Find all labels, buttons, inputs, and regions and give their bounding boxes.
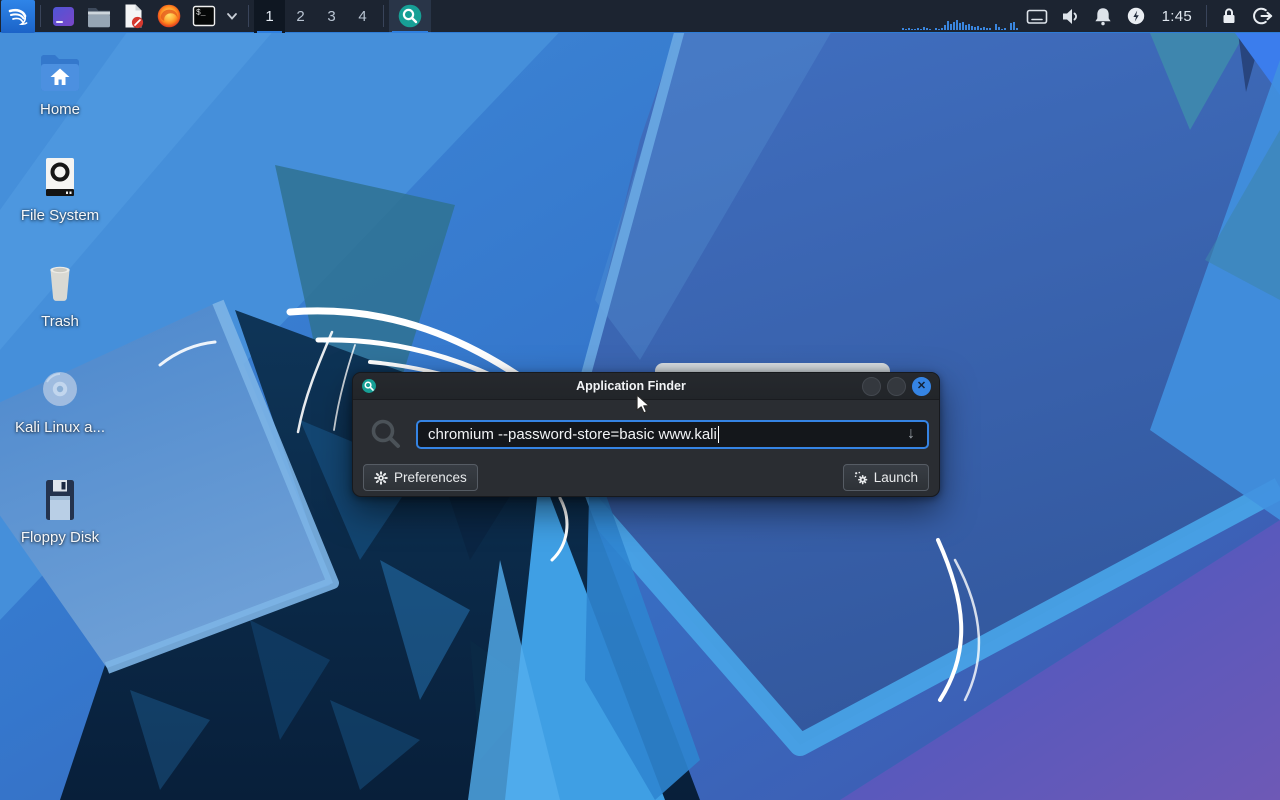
cd-disc-icon xyxy=(36,366,84,412)
top-panel: $_ 1 2 3 4 xyxy=(0,0,1280,33)
launcher-firefox[interactable] xyxy=(151,0,186,33)
search-icon xyxy=(370,418,402,450)
launcher-text-editor[interactable] xyxy=(116,0,151,33)
maximize-button[interactable] xyxy=(887,377,906,396)
clock[interactable]: 1:45 xyxy=(1153,0,1201,33)
run-icon xyxy=(854,471,868,485)
application-finder-icon xyxy=(361,378,377,394)
activity-graph-applet xyxy=(901,0,1021,33)
workspace-button-1[interactable]: 1 xyxy=(254,0,285,33)
close-icon: ✕ xyxy=(917,381,926,392)
chevron-down-icon xyxy=(225,9,239,23)
desktop-icon-label: Kali Linux a... xyxy=(5,419,115,436)
logout-icon xyxy=(1251,5,1273,27)
command-input[interactable]: chromium --password-store=basic www.kali… xyxy=(416,420,929,449)
purple-window-icon xyxy=(51,4,76,29)
desktop-icon-home[interactable]: Home xyxy=(5,52,115,118)
notifications-indicator[interactable] xyxy=(1089,0,1118,33)
desktop-icon-file-system[interactable]: File System xyxy=(5,156,115,224)
command-text: chromium --password-store=basic www.kali xyxy=(428,426,717,443)
launch-button[interactable]: Launch xyxy=(843,464,929,491)
logout-button[interactable] xyxy=(1247,0,1276,33)
desktop-icon-label: Trash xyxy=(5,313,115,330)
panel-separator xyxy=(1206,5,1207,27)
power-manager-indicator[interactable] xyxy=(1122,0,1151,33)
firefox-icon xyxy=(156,3,182,29)
workspace-switcher: 1 2 3 4 xyxy=(254,0,378,33)
desktop-icon-kali-cd[interactable]: Kali Linux a... xyxy=(5,366,115,436)
desktop-icon-label: File System xyxy=(5,207,115,224)
trash-icon xyxy=(36,262,84,306)
launch-label: Launch xyxy=(874,470,918,485)
workspace-button-3[interactable]: 3 xyxy=(316,0,347,33)
taskbar-application-finder[interactable] xyxy=(389,0,431,33)
power-battery-icon xyxy=(1125,5,1147,27)
panel-separator xyxy=(40,5,41,27)
gear-icon xyxy=(374,471,388,485)
volume-indicator[interactable] xyxy=(1056,0,1085,33)
text-caret xyxy=(718,426,719,443)
close-button[interactable]: ✕ xyxy=(912,377,931,396)
launcher-file-manager[interactable] xyxy=(81,0,116,33)
home-folder-icon xyxy=(36,52,84,94)
applications-menu-button[interactable] xyxy=(1,0,35,33)
dropdown-arrow-icon[interactable]: ↓ xyxy=(901,425,921,443)
svg-text:$_: $_ xyxy=(196,9,206,18)
lock-screen-button[interactable] xyxy=(1214,0,1243,33)
desktop-icon-floppy[interactable]: Floppy Disk xyxy=(5,478,115,546)
desktop-icon-label: Home xyxy=(5,101,115,118)
keyboard-indicator[interactable] xyxy=(1023,0,1052,33)
preferences-label: Preferences xyxy=(394,470,467,485)
mouse-cursor xyxy=(636,394,656,416)
document-icon xyxy=(122,3,145,29)
preferences-button[interactable]: Preferences xyxy=(363,464,478,491)
window-title: Application Finder xyxy=(413,379,849,393)
launcher-terminal[interactable]: $_ xyxy=(186,0,221,33)
panel-separator xyxy=(248,5,249,27)
hard-drive-icon xyxy=(36,156,84,200)
kali-logo-icon xyxy=(5,3,31,29)
application-finder-icon xyxy=(397,3,423,29)
bell-icon xyxy=(1092,5,1114,27)
desktop-icon-label: Floppy Disk xyxy=(5,529,115,546)
floppy-disk-icon xyxy=(36,478,84,522)
terminal-dropdown-button[interactable] xyxy=(221,0,243,33)
keyboard-icon xyxy=(1026,6,1048,27)
lock-icon xyxy=(1218,5,1240,27)
panel-separator xyxy=(383,5,384,27)
terminal-icon: $_ xyxy=(192,4,216,28)
application-finder-window: Application Finder ✕ chromium --password… xyxy=(352,372,940,497)
launcher-desktop-settings[interactable] xyxy=(46,0,81,33)
desktop-icon-trash[interactable]: Trash xyxy=(5,262,115,330)
folder-icon xyxy=(86,5,112,28)
minimize-button[interactable] xyxy=(862,377,881,396)
volume-icon xyxy=(1060,5,1081,27)
workspace-button-4[interactable]: 4 xyxy=(347,0,378,33)
workspace-button-2[interactable]: 2 xyxy=(285,0,316,33)
